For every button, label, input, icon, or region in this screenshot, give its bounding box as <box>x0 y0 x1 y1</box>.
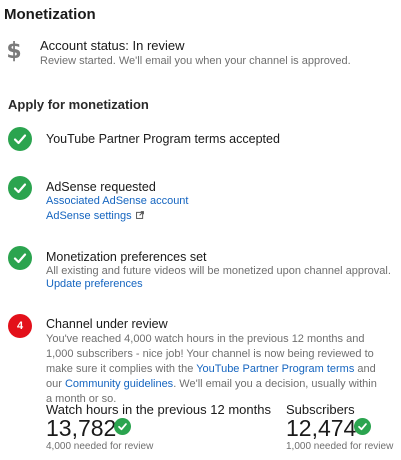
step-partner-terms: YouTube Partner Program terms accepted <box>0 127 401 157</box>
step-number-badge: 4 <box>8 314 32 338</box>
check-circle-icon <box>8 127 32 151</box>
page-title: Monetization <box>4 6 96 23</box>
check-circle-icon <box>114 418 131 435</box>
step-adsense: AdSense requested Associated AdSense acc… <box>0 176 401 226</box>
check-circle-icon <box>8 176 32 200</box>
subscribers-needed: 1,000 needed for review <box>286 441 394 452</box>
step-title: Monetization preferences set <box>46 250 207 264</box>
account-status-text: Account status: In review <box>40 38 185 53</box>
step-title: AdSense requested <box>46 180 156 194</box>
step-title-under-review: Channel under review <box>46 317 168 331</box>
check-circle-icon <box>354 418 371 435</box>
adsense-settings-label[interactable]: AdSense settings <box>46 210 132 222</box>
account-status-description: Review started. We'll email you when you… <box>40 55 351 67</box>
account-status-section: $ Account status: In review Review start… <box>0 38 401 72</box>
dollar-icon: $ <box>6 39 22 64</box>
associated-adsense-link[interactable]: Associated AdSense account <box>46 195 188 207</box>
check-circle-icon <box>8 246 32 270</box>
adsense-settings-link[interactable]: AdSense settings <box>46 210 144 222</box>
step-title: YouTube Partner Program terms accepted <box>46 132 280 146</box>
step-monetization-preferences: Monetization preferences set All existin… <box>0 246 401 292</box>
review-description: You've reached 4,000 watch hours in the … <box>46 332 386 407</box>
external-link-icon <box>135 211 144 219</box>
subscribers-value: 12,474 <box>286 415 357 441</box>
update-preferences-link[interactable]: Update preferences <box>46 278 143 290</box>
watch-hours-needed: 4,000 needed for review <box>46 441 154 452</box>
community-guidelines-link[interactable]: Community guidelines <box>65 378 173 390</box>
watch-hours-value: 13,782 <box>46 415 117 441</box>
partner-program-terms-link[interactable]: YouTube Partner Program terms <box>196 363 354 375</box>
apply-heading: Apply for monetization <box>8 97 149 112</box>
step-description: All existing and future videos will be m… <box>46 265 391 277</box>
